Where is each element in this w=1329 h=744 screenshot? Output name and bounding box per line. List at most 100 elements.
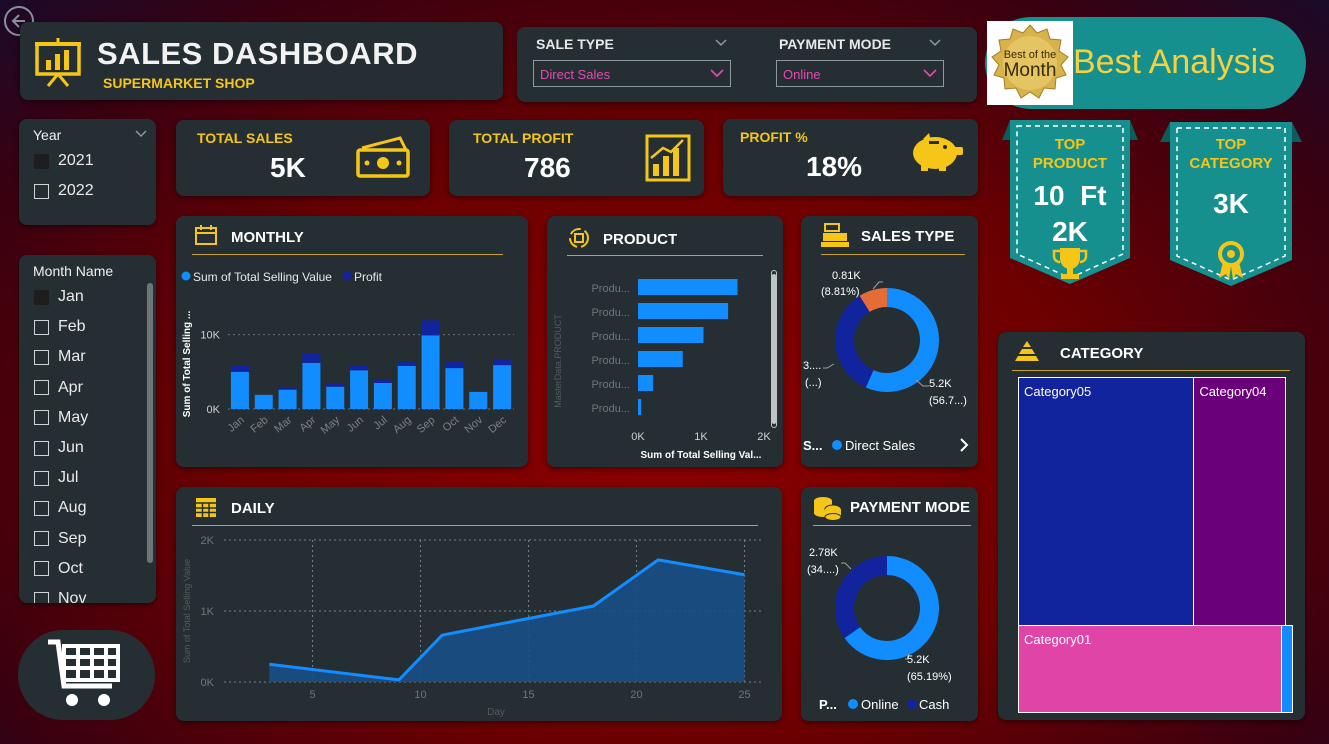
product-category-label: Produ... bbox=[591, 355, 630, 367]
kpi-value: 5K bbox=[270, 152, 306, 183]
month-checkbox[interactable] bbox=[34, 410, 49, 426]
treemap-cell[interactable]: Category04 bbox=[1193, 376, 1286, 628]
category-treemap: Category05 Category04 Category01 bbox=[1017, 376, 1293, 713]
title-card: SALES DASHBOARD SUPERMARKET SHOP bbox=[20, 22, 503, 100]
month-checkbox[interactable] bbox=[34, 470, 49, 486]
bar-selling-value bbox=[493, 365, 512, 409]
bar-profit bbox=[445, 361, 464, 369]
leader-line bbox=[872, 281, 883, 290]
chevron-down-icon bbox=[923, 69, 937, 78]
chevron-right-icon[interactable] bbox=[959, 437, 969, 453]
month-checkbox[interactable] bbox=[34, 500, 49, 516]
growth-chart-icon bbox=[645, 134, 691, 182]
month-option-label: Aug bbox=[58, 499, 87, 517]
month-option-apr[interactable]: Apr bbox=[34, 379, 83, 397]
year-slicer: Year 2021 2022 bbox=[19, 119, 156, 225]
month-checkbox[interactable] bbox=[34, 591, 49, 603]
treemap-cell[interactable] bbox=[1280, 625, 1293, 713]
x-tick-label: Jan bbox=[226, 414, 247, 435]
year-option-label: 2022 bbox=[58, 182, 94, 199]
legend-title: S... bbox=[803, 438, 823, 453]
x-tick-label: Sep bbox=[415, 414, 438, 436]
bar-selling-value bbox=[421, 335, 440, 409]
year-option-2021[interactable]: 2021 bbox=[34, 152, 94, 170]
data-label: 5.2K bbox=[907, 654, 930, 666]
monthly-chart-card: MONTHLY Sum of Total Selling Value Profit… bbox=[176, 216, 528, 467]
treemap-cell[interactable]: Category05 bbox=[1017, 376, 1196, 628]
sale-type-select[interactable]: Direct Sales bbox=[533, 60, 731, 87]
bar-selling-value bbox=[445, 368, 464, 409]
month-checkbox[interactable] bbox=[34, 440, 49, 456]
chevron-down-icon[interactable] bbox=[929, 39, 941, 47]
data-label: 0.81K bbox=[832, 270, 861, 282]
y-tick-label: 2K bbox=[201, 535, 215, 547]
payment-mode-select[interactable]: Online bbox=[776, 60, 944, 87]
legend-label: Online bbox=[861, 697, 899, 712]
payment-mode-label: PAYMENT MODE bbox=[779, 36, 892, 52]
x-tick-label: 20 bbox=[630, 689, 642, 701]
year-option-2022[interactable]: 2022 bbox=[34, 182, 94, 200]
month-checkbox[interactable] bbox=[34, 380, 49, 396]
top-product-value: 2K bbox=[1052, 216, 1088, 247]
bar-profit bbox=[397, 362, 416, 366]
product-category-label: Produ... bbox=[591, 283, 630, 295]
treemap-cell-label: Category04 bbox=[1199, 384, 1267, 399]
x-tick-label: Dec bbox=[486, 414, 509, 436]
x-tick-label: 2K bbox=[757, 431, 771, 443]
x-tick-label: 10 bbox=[414, 689, 426, 701]
product-scrollbar[interactable] bbox=[771, 270, 777, 428]
page-title: SALES DASHBOARD bbox=[97, 36, 418, 71]
kpi-value: 786 bbox=[524, 152, 571, 183]
month-option-feb[interactable]: Feb bbox=[34, 318, 86, 336]
treemap-cell[interactable]: Category01 bbox=[1018, 625, 1283, 713]
product-chart-card: PRODUCT MasterData.PRODUCT Produ... Produ.… bbox=[547, 216, 783, 467]
month-checkbox[interactable] bbox=[34, 289, 49, 305]
month-option-mar[interactable]: Mar bbox=[34, 348, 86, 366]
product-bar bbox=[638, 399, 642, 415]
month-checkbox[interactable] bbox=[34, 561, 49, 577]
month-scrollbar[interactable] bbox=[147, 283, 153, 563]
top-category-label: TOP bbox=[1215, 136, 1247, 153]
treemap-cell-label: Category05 bbox=[1024, 384, 1092, 399]
chevron-down-icon[interactable] bbox=[135, 130, 147, 138]
month-option-jul[interactable]: Jul bbox=[34, 469, 78, 487]
bar-profit bbox=[302, 353, 321, 363]
month-checkbox[interactable] bbox=[34, 319, 49, 335]
chevron-down-icon[interactable] bbox=[715, 39, 727, 47]
month-option-aug[interactable]: Aug bbox=[34, 499, 86, 517]
month-option-nov[interactable]: Nov bbox=[34, 590, 86, 603]
x-axis-label: Sum of Total Selling Val... bbox=[641, 450, 762, 461]
x-tick-label: Aug bbox=[391, 414, 414, 436]
month-option-sep[interactable]: Sep bbox=[34, 530, 86, 548]
legend-marker bbox=[342, 271, 352, 281]
bar-profit bbox=[373, 379, 392, 383]
year-checkbox[interactable] bbox=[34, 153, 49, 169]
year-checkbox[interactable] bbox=[34, 183, 49, 199]
pyramid-icon bbox=[1015, 341, 1039, 361]
legend-marker bbox=[181, 271, 191, 281]
x-tick-label: 25 bbox=[738, 689, 750, 701]
data-label: (65.19%) bbox=[907, 671, 952, 683]
kpi-label: TOTAL SALES bbox=[197, 130, 293, 146]
piggy-bank-icon bbox=[913, 133, 963, 171]
kpi-profit-percent: PROFIT % 18% bbox=[723, 119, 978, 196]
month-option-may[interactable]: May bbox=[34, 409, 88, 427]
legend-title: P... bbox=[819, 697, 837, 712]
cart-button[interactable] bbox=[18, 630, 155, 720]
top-product-label: PRODUCT bbox=[1032, 155, 1108, 172]
y-axis-label: Sum of Total Selling ... bbox=[182, 311, 193, 418]
month-option-jun[interactable]: Jun bbox=[34, 439, 84, 457]
legend-label: Cash bbox=[919, 697, 949, 712]
donut-slice bbox=[835, 295, 874, 388]
best-analysis-banner: Best of the Month Best Analysis bbox=[985, 17, 1306, 109]
kpi-label: TOTAL PROFIT bbox=[473, 130, 574, 146]
y-tick-label: 10K bbox=[200, 330, 220, 342]
month-checkbox[interactable] bbox=[34, 349, 49, 365]
month-option-jan[interactable]: Jan bbox=[34, 288, 84, 306]
legend-label: Sum of Total Selling Value bbox=[193, 270, 332, 284]
daily-chart: 0K 1K 2K 5 10 15 20 25 Day Sum of Total Selling V… bbox=[182, 535, 764, 718]
month-option-oct[interactable]: Oct bbox=[34, 560, 83, 578]
month-checkbox[interactable] bbox=[34, 531, 49, 547]
product-bar bbox=[638, 351, 683, 367]
data-label: 5.2K bbox=[929, 378, 952, 390]
